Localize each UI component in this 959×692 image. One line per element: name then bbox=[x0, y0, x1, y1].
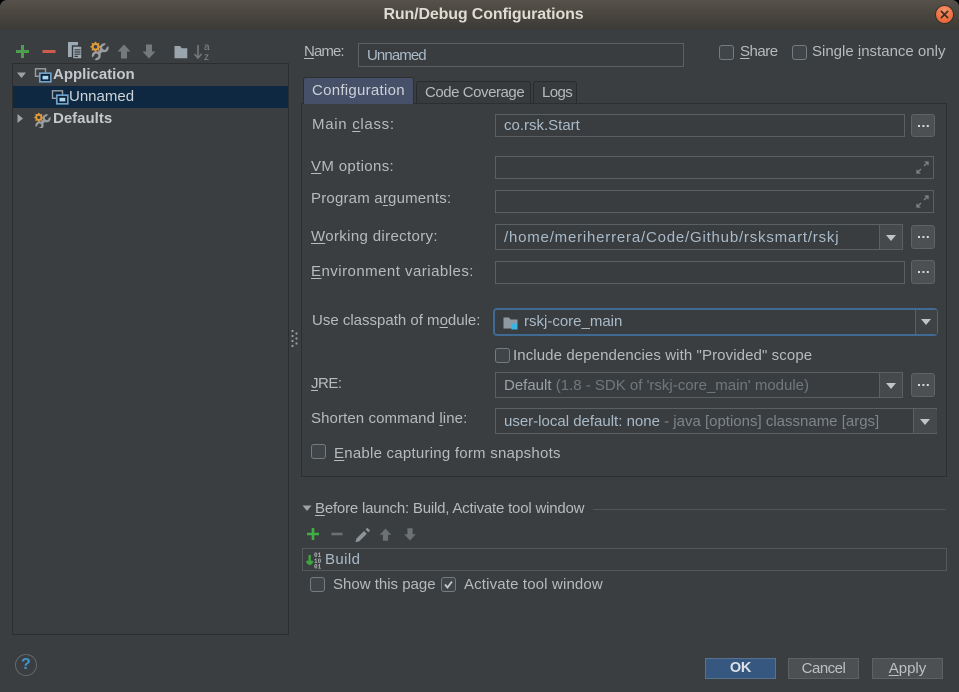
svg-text:01: 01 bbox=[314, 564, 322, 569]
svg-text:z: z bbox=[204, 52, 209, 63]
